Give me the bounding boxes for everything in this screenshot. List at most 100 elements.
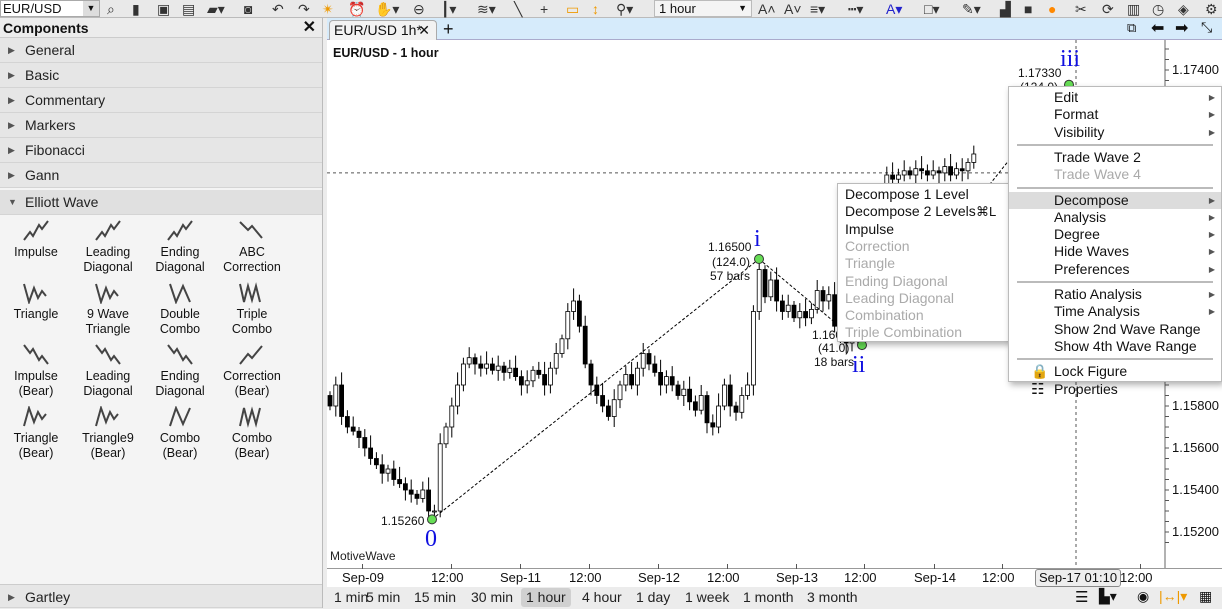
timeframe-1-week[interactable]: 1 week xyxy=(680,588,734,607)
menu-item-format[interactable]: Format ▶ xyxy=(1009,106,1221,123)
undo-icon[interactable]: ↶ xyxy=(272,0,284,18)
section-gartley[interactable]: ▶ Gartley xyxy=(0,584,322,608)
timeframe-5-min[interactable]: 5 min xyxy=(361,588,405,607)
font-larger-icon[interactable]: A˄ xyxy=(758,0,776,18)
columns-icon[interactable]: ▥ xyxy=(1127,0,1140,18)
menu-item-decompose-2-levels[interactable]: Decompose 2 Levels ⌘L xyxy=(838,203,1009,220)
menu-item-show-2nd-wave-range[interactable]: Show 2nd Wave Range xyxy=(1009,321,1221,338)
lock-levels-icon[interactable]: ▟ xyxy=(1000,0,1011,18)
menu-item-properties[interactable]: Properties ☷ xyxy=(1009,381,1221,398)
fill-color-icon[interactable]: □▾ xyxy=(924,0,939,18)
timeframe-30-min[interactable]: 30 min xyxy=(466,588,518,607)
section-gann[interactable]: ▶ Gann xyxy=(0,163,322,188)
component-abc-correction[interactable]: ABC Correction xyxy=(216,220,288,275)
highlight-icon[interactable]: ✎▾ xyxy=(962,0,981,18)
section-basic[interactable]: ▶ Basic xyxy=(0,63,322,88)
detach-icon[interactable]: ⧉ xyxy=(1127,20,1136,36)
open-icon[interactable]: ▰▾ xyxy=(207,0,225,18)
timeframe-select[interactable]: 1 hour ▼ xyxy=(654,0,752,17)
component-9-wave-triangle[interactable]: 9 Wave Triangle xyxy=(72,282,144,337)
refresh-icon[interactable]: ⟳ xyxy=(1102,0,1114,18)
tag-icon[interactable]: ◈ xyxy=(1178,0,1189,18)
link-icon[interactable]: ⚲▾ xyxy=(616,0,633,18)
gear-icon[interactable]: ⚙ xyxy=(1205,0,1218,18)
arrow-left-icon[interactable]: ⬅ xyxy=(1151,18,1164,38)
theme-icon[interactable]: ● xyxy=(1048,0,1056,18)
collapse-icon[interactable]: ⤡ xyxy=(1201,19,1212,36)
component-triangle[interactable]: Triangle xyxy=(0,282,72,322)
menu-item-edit[interactable]: Edit ▶ xyxy=(1009,89,1221,106)
menu-item-decompose[interactable]: Decompose ▶ xyxy=(1009,191,1221,209)
symbol-input[interactable]: EUR/USD ▼ xyxy=(0,0,100,17)
menu-item-lock-figure[interactable]: Lock Figure 🔒 xyxy=(1009,363,1221,380)
section-markers[interactable]: ▶ Markers xyxy=(0,113,322,138)
new-icon[interactable]: ▮ xyxy=(132,0,140,18)
line-icon[interactable]: ╲ xyxy=(514,0,522,18)
calendar-icon[interactable]: ▦ xyxy=(1199,588,1212,605)
fit-icon[interactable]: ↕ xyxy=(592,0,599,18)
menu-item-analysis[interactable]: Analysis ▶ xyxy=(1009,209,1221,226)
camera-icon[interactable]: ◙ xyxy=(244,0,252,18)
component-combo-bear[interactable]: Combo (Bear) xyxy=(216,406,288,461)
menu-item-degree[interactable]: Degree ▶ xyxy=(1009,226,1221,243)
component-triangle-bear[interactable]: Triangle (Bear) xyxy=(0,406,72,461)
add-tab-button[interactable]: + xyxy=(443,18,454,40)
component-leading-diagonal[interactable]: Leading Diagonal xyxy=(72,344,144,399)
timeframe-1-month[interactable]: 1 month xyxy=(738,588,799,607)
tools-icon[interactable]: ✂ xyxy=(1075,0,1087,18)
component-triple-combo[interactable]: Triple Combo xyxy=(216,282,288,337)
arrow-right-icon[interactable]: ➡ xyxy=(1175,18,1188,38)
component-double-combo[interactable]: Double Combo xyxy=(144,282,216,337)
wave-pivot-handle[interactable] xyxy=(754,254,764,264)
component-triangle9-bear[interactable]: Triangle9 (Bear) xyxy=(72,406,144,461)
section-fibonacci[interactable]: ▶ Fibonacci xyxy=(0,138,322,163)
candle-icon[interactable]: ┃▾ xyxy=(441,0,456,18)
alarm-icon[interactable]: ⏰ xyxy=(348,0,365,18)
lock-icon[interactable]: ▭ xyxy=(566,0,579,18)
timeframe-4-hour[interactable]: 4 hour xyxy=(577,588,627,607)
zoom-out-icon[interactable]: ⊖ xyxy=(413,0,425,18)
chevron-down-icon[interactable]: ▼ xyxy=(83,1,99,16)
tab-eurusd-1h[interactable]: EUR/USD 1h* ✕ xyxy=(329,20,437,40)
timeframe-1-day[interactable]: 1 day xyxy=(631,588,675,607)
component-impulse[interactable]: Impulse xyxy=(0,220,72,260)
component-leading-diagonal[interactable]: Leading Diagonal xyxy=(72,220,144,275)
component-impulse-bear[interactable]: Impulse (Bear) xyxy=(0,344,72,399)
clock-icon[interactable]: ◷ xyxy=(1152,0,1164,18)
eye-icon[interactable]: ◉ xyxy=(1137,588,1149,605)
timeframe-1-hour[interactable]: 1 hour xyxy=(521,588,571,607)
search-icon[interactable]: ⌕ xyxy=(107,0,115,18)
line-weight-icon[interactable]: ≡▾ xyxy=(810,0,825,18)
menu-item-ratio-analysis[interactable]: Ratio Analysis ▶ xyxy=(1009,286,1221,303)
menu-item-show-4th-wave-range[interactable]: Show 4th Wave Range xyxy=(1009,338,1221,355)
section-commentary[interactable]: ▶ Commentary xyxy=(0,88,322,113)
component-ending-diagonal[interactable]: Ending Diagonal xyxy=(144,344,216,399)
text-color-icon[interactable]: A▾ xyxy=(886,0,902,18)
section-general[interactable]: ▶ General xyxy=(0,38,322,63)
menu-item-hide-waves[interactable]: Hide Waves ▶ xyxy=(1009,243,1221,260)
timeframe-3-month[interactable]: 3 month xyxy=(802,588,863,607)
menu-item-impulse[interactable]: Impulse xyxy=(838,221,1009,238)
shadow-icon[interactable]: ■ xyxy=(1024,0,1032,18)
hand-icon[interactable]: ✋▾ xyxy=(375,0,399,18)
menu-item-time-analysis[interactable]: Time Analysis ▶ xyxy=(1009,303,1221,320)
redo-icon[interactable]: ↷ xyxy=(298,0,310,18)
line-style-icon[interactable]: ┅▾ xyxy=(848,0,863,18)
timeframe-15-min[interactable]: 15 min xyxy=(409,588,461,607)
crosshair-icon[interactable]: + xyxy=(540,0,548,18)
time-axis[interactable]: Sep-09 12:00 Sep-11 12:00 Sep-12 12:00 Sep-13 1… xyxy=(327,564,1222,587)
menu-item-trade-wave-2[interactable]: Trade Wave 2 xyxy=(1009,149,1221,166)
close-icon[interactable]: ✕ xyxy=(303,18,316,38)
fib-icon[interactable]: ≋▾ xyxy=(477,0,496,18)
section-elliott-wave[interactable]: ▼ Elliott Wave xyxy=(0,190,322,215)
wave-pivot-handle[interactable] xyxy=(427,514,437,525)
close-icon[interactable]: ✕ xyxy=(418,21,430,40)
component-combo-bear[interactable]: Combo (Bear) xyxy=(144,406,216,461)
chart-type-icon[interactable]: ▙▾ xyxy=(1099,588,1117,605)
save-as-icon[interactable]: ▤ xyxy=(182,0,195,18)
menu-item-decompose-1-level[interactable]: Decompose 1 Level xyxy=(838,186,1009,203)
save-icon[interactable]: ▣ xyxy=(157,0,170,18)
menu-item-preferences[interactable]: Preferences ▶ xyxy=(1009,261,1221,278)
component-ending-diagonal[interactable]: Ending Diagonal xyxy=(144,220,216,275)
component-correction-bear[interactable]: Correction (Bear) xyxy=(216,344,288,399)
